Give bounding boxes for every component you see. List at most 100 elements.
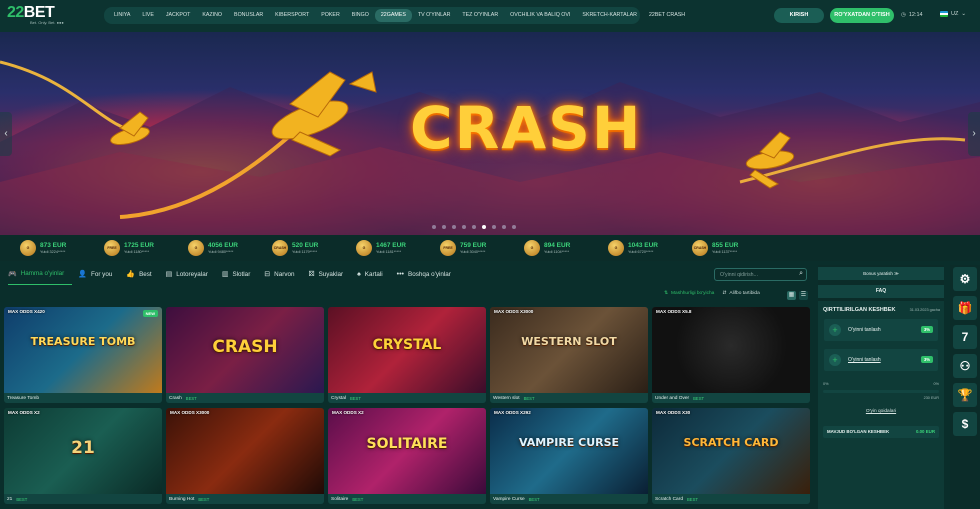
game-thumbnail[interactable]: MAX ODDS X3000 WESTERN SLOT [490, 307, 648, 393]
win-text: 4056 EUR Yutdi 9480***** [208, 242, 238, 255]
game-thumbnail[interactable]: MAX ODDS X2 SOLITAIRE [328, 408, 486, 494]
banner-dot[interactable] [502, 225, 506, 229]
banner-prev-arrow[interactable]: ‹ [0, 112, 12, 156]
banner-dot[interactable] [472, 225, 476, 229]
gift-icon[interactable]: 🎁 [953, 296, 977, 320]
seven-icon[interactable]: 7 [953, 325, 977, 349]
banner-dot[interactable] [492, 225, 496, 229]
gamepad-icon: 🎮 [8, 270, 17, 278]
faq-button[interactable]: FAQ [818, 285, 944, 298]
banner-dot[interactable] [432, 225, 436, 229]
search-icon[interactable]: ⌕ [799, 270, 803, 278]
chevron-down-icon: ⌄ [961, 11, 966, 17]
jackpot-icon: G [356, 240, 372, 256]
gear-icon[interactable]: ⚙ [953, 267, 977, 291]
nav-item[interactable]: JACKPOT [160, 9, 196, 22]
nav-item[interactable]: LIVE [136, 9, 159, 22]
win-user: Yutdi 1179***** [292, 249, 318, 254]
nav-item[interactable]: KIBERSPORT [269, 9, 315, 22]
game-card[interactable]: MAX ODDS X3000 Burning Hot BEST [166, 408, 324, 504]
banner-next-arrow[interactable]: › [968, 112, 980, 156]
game-thumbnail[interactable]: CRASH [166, 307, 324, 393]
hero-banner[interactable]: CRASH ‹ › [0, 32, 980, 235]
game-logo: 21 [71, 438, 95, 458]
nav-item[interactable]: SKRETCH-KARTALAR [576, 9, 643, 22]
trophy-icon[interactable]: 🏆 [953, 383, 977, 407]
game-card[interactable]: CRASH Crash BEST [166, 307, 324, 403]
game-thumbnail[interactable]: MAX ODDS X420 NEW TREASURE TOMB [4, 307, 162, 393]
tab-more[interactable]: ••• Boshqa o'yinlar [397, 263, 459, 285]
game-card[interactable]: MAX ODDS X2 SOLITAIRE Solitaire BEST [328, 408, 486, 504]
game-rules-link[interactable]: O'yin qoidalari [818, 409, 944, 414]
banner-dot[interactable] [462, 225, 466, 229]
tab-ticket[interactable]: ▤ Lotoreyalar [166, 263, 216, 285]
game-card[interactable]: MAX ODDS X5.8 Under and Over BEST [652, 307, 810, 403]
game-card[interactable]: MAX ODDS X2 21 21 BEST [4, 408, 162, 504]
win-item: CRASH 855 EUR Yutdi 1137***** [692, 240, 776, 256]
tab-slot[interactable]: ▥ Slotlar [222, 263, 258, 285]
nav-item[interactable]: TEZ O'YINLAR [456, 9, 504, 22]
banner-dot[interactable] [482, 225, 486, 229]
jackpot-icon: FREE [104, 240, 120, 256]
game-name: Crash [169, 395, 182, 401]
nav-item[interactable]: OVCHILIK VA BALIQ OVI [504, 9, 576, 22]
search-input[interactable] [720, 271, 792, 278]
banner-dot[interactable] [512, 225, 516, 229]
nav-item[interactable]: 22GAMES [374, 9, 412, 22]
win-item: G 873 EUR Yutdi 3224***** [20, 240, 104, 256]
game-thumbnail[interactable]: MAX ODDS X30 SCRATCH CARD [652, 408, 810, 494]
nav-item[interactable]: POKER [315, 9, 346, 22]
tab-ladder[interactable]: ⊟ Narvon [264, 263, 302, 285]
game-card[interactable]: MAX ODDS X30 SCRATCH CARD Scratch Card BEST [652, 408, 810, 504]
banner-dot[interactable] [442, 225, 446, 229]
game-thumbnail[interactable]: MAX ODDS X292 VAMPIRE CURSE [490, 408, 648, 494]
game-thumbnail[interactable]: MAX ODDS X2 21 [4, 408, 162, 494]
game-card[interactable]: CRYSTAL Crystal BEST [328, 307, 486, 403]
cashback-progress-bar [823, 390, 939, 393]
tab-user-heart[interactable]: 👤 For you [78, 263, 120, 285]
cashback-title: QIRTTILIRILGAN KESHBEK [823, 307, 896, 313]
dollar-icon[interactable]: $ [953, 412, 977, 436]
sort-popular[interactable]: ⇅ Mashhurligi bo'yicha [664, 291, 714, 296]
main-nav: LINIYA LIVE JACKPOT KAZINO BONUSLAR KIBERSPOR… [104, 7, 685, 24]
game-search[interactable]: ⌕ [714, 268, 807, 281]
tab-spade[interactable]: ♠ Kartali [357, 263, 391, 285]
game-card[interactable]: MAX ODDS X420 NEW TREASURE TOMB Treasure To… [4, 307, 162, 403]
cashback-date: 31.03.2023 gacha [909, 308, 940, 312]
game-card[interactable]: MAX ODDS X292 VAMPIRE CURSE Vampire Curse B… [490, 408, 648, 504]
cashback-panel: Bonus yaratish ≫ FAQ QIRTTILIRILGAN KESH… [818, 265, 944, 509]
nav-item[interactable]: KAZINO [196, 9, 228, 22]
logo[interactable]: 22BET Bet. Only. Bet. ●●● [0, 0, 90, 32]
nav-item[interactable]: LINIYA [108, 9, 136, 22]
tab-gamepad[interactable]: 🎮 Hamma o'yinlar [8, 263, 73, 285]
cashback-select-game[interactable]: + O'yinni tanlash 3% [824, 319, 938, 341]
nav-item[interactable]: BONUSLAR [228, 9, 269, 22]
recent-wins-strip: G 873 EUR Yutdi 3224***** FREE 1725 EUR Yutdi… [0, 235, 980, 261]
login-button[interactable]: KIRISH [774, 8, 824, 23]
cashback-select-game[interactable]: + O'yinni tanlash 3% [824, 349, 938, 371]
language-selector[interactable]: UZ ⌄ [940, 11, 966, 17]
tab-label: Suyaklar [318, 270, 344, 278]
create-bonus-button[interactable]: Bonus yaratish ≫ [818, 267, 944, 280]
nav-item[interactable]: BINGO [346, 9, 375, 22]
nav-item[interactable]: TV O'YINLAR [412, 9, 457, 22]
tab-dice[interactable]: ⚄ Suyaklar [308, 263, 351, 285]
nav-item[interactable]: 22BET CRASH [643, 9, 691, 22]
roulette-icon[interactable]: ⚇ [953, 354, 977, 378]
game-logo: CRASH [212, 337, 278, 357]
game-footer: Crystal BEST [328, 393, 486, 403]
game-thumbnail[interactable]: CRYSTAL [328, 307, 486, 393]
tab-thumbs-up[interactable]: 👍 Best [126, 263, 159, 285]
grid-view-icon[interactable]: ▦ [787, 291, 796, 300]
game-card[interactable]: MAX ODDS X3000 WESTERN SLOT Western slot BE… [490, 307, 648, 403]
sort-alphabetical[interactable]: ⇵ Alifbo tartibida [722, 291, 759, 296]
win-user: Yutdi 1104***** [544, 249, 570, 254]
win-amount: 4056 EUR [208, 241, 238, 249]
banner-dot[interactable] [452, 225, 456, 229]
best-badge: BEST [523, 395, 535, 401]
list-view-icon[interactable]: ☰ [799, 291, 808, 300]
game-thumbnail[interactable]: MAX ODDS X5.8 [652, 307, 810, 393]
game-thumbnail[interactable]: MAX ODDS X3000 [166, 408, 324, 494]
game-name: Western slot [493, 395, 520, 401]
register-button[interactable]: RO'YXATDAN O'TISH [830, 8, 894, 23]
